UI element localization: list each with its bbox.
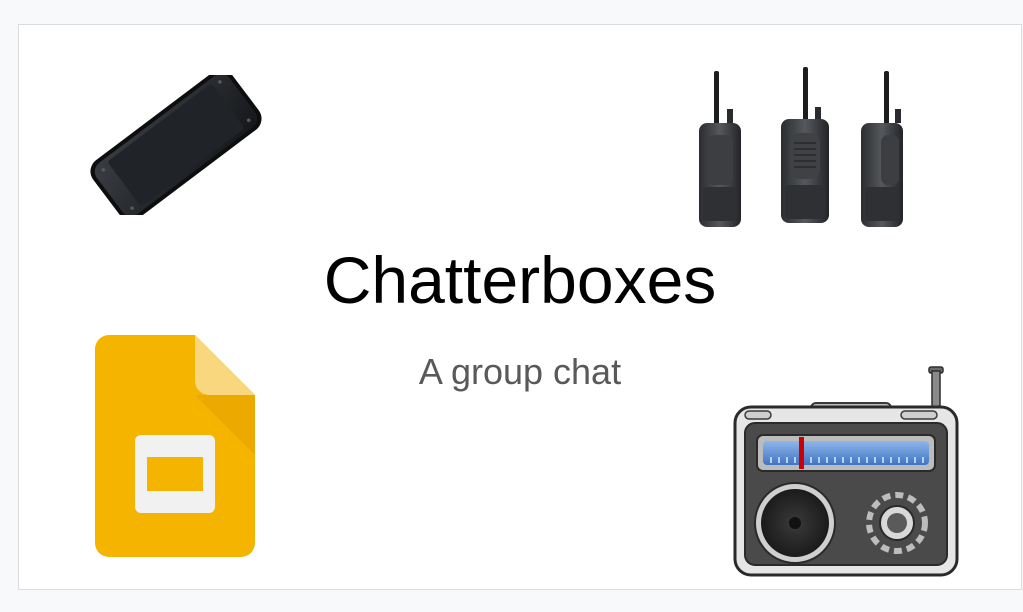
slide-title[interactable]: Chatterboxes — [19, 241, 1021, 320]
walkie-talkie-icon — [699, 67, 903, 227]
slide-canvas[interactable]: Chatterboxes A group chat — [18, 24, 1022, 590]
smartphone-icon — [90, 75, 262, 215]
slide-subtitle[interactable]: A group chat — [19, 351, 1021, 393]
